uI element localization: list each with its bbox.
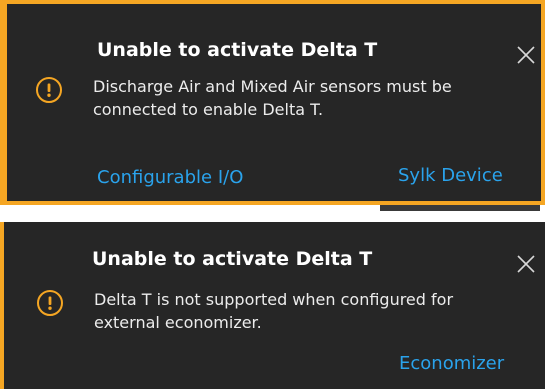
background-strip xyxy=(380,205,540,211)
toast-message-line: Discharge Air and Mixed Air sensors must… xyxy=(93,77,452,96)
warning-icon xyxy=(37,290,63,316)
toast-title: Unable to activate Delta T xyxy=(97,39,378,61)
toast-message-line: Delta T is not supported when configured… xyxy=(94,290,454,309)
toast-message-line: connected to enable Delta T. xyxy=(93,100,324,119)
toast-title: Unable to activate Delta T xyxy=(92,248,373,270)
toast-message: Delta T is not supported when configured… xyxy=(94,288,534,334)
toast-message-line: external economizer. xyxy=(94,313,262,332)
economizer-link[interactable]: Economizer xyxy=(399,353,504,374)
toast-accent-stripe xyxy=(0,4,7,201)
toast-message: Discharge Air and Mixed Air sensors must… xyxy=(93,75,533,121)
warning-icon xyxy=(36,77,62,103)
toast-accent-stripe xyxy=(0,222,4,389)
error-toast-delta-t-economizer: Unable to activate Delta T Delta T is no… xyxy=(0,222,545,389)
error-toast-delta-t-sensors: Unable to activate Delta T Discharge Air… xyxy=(0,0,545,205)
sylk-device-link[interactable]: Sylk Device xyxy=(398,165,503,186)
configurable-io-link[interactable]: Configurable I/O xyxy=(97,167,243,188)
close-icon[interactable] xyxy=(517,255,535,273)
close-icon[interactable] xyxy=(517,46,535,64)
